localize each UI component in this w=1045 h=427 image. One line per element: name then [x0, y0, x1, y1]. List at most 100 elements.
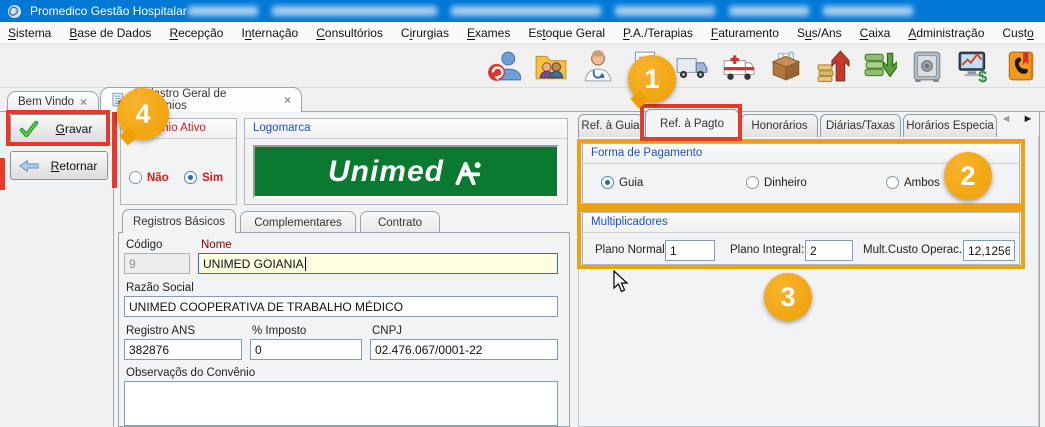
radio-dinheiro[interactable]: Dinheiro [746, 176, 807, 189]
plano-integral-label: Plano Integral: [730, 244, 804, 256]
back-button-label: Retornar [49, 159, 99, 173]
menu-item-sus-ans[interactable]: Sus/Ans [797, 26, 842, 40]
radio-guia-label: Guia [619, 177, 643, 189]
tab-registros-basicos-label: Registros Básicos [133, 216, 225, 228]
radio-ambos-label: Ambos [904, 177, 940, 189]
observacoes-field[interactable] [124, 381, 558, 426]
patients-folder-icon[interactable] [533, 48, 569, 84]
radio-sim[interactable]: Sim [184, 171, 223, 184]
money-down-icon[interactable] [862, 48, 898, 84]
menu-item-internacao[interactable]: Internação [241, 26, 298, 40]
menu-item-caixa[interactable]: Caixa [860, 26, 891, 40]
codigo-field: 9 [124, 253, 190, 274]
radio-dot-icon[interactable] [601, 176, 614, 189]
tab-ref-a-pagto-label: Ref. à Pagto [660, 118, 724, 130]
tab-close-icon[interactable]: × [284, 93, 291, 107]
doctor-icon[interactable] [580, 48, 616, 84]
back-button[interactable]: Retornar [10, 151, 108, 180]
radio-dinheiro-label: Dinheiro [764, 177, 807, 189]
redacted-version-info [188, 6, 913, 16]
back-arrow-icon [19, 158, 39, 174]
tab-complementares[interactable]: Complementares [240, 211, 356, 233]
radio-circle-icon[interactable] [746, 176, 759, 189]
radio-guia[interactable]: Guia [601, 176, 643, 189]
registro-ans-field[interactable] [124, 339, 242, 360]
tab-ref-a-guia[interactable]: Ref. à Guia [578, 114, 643, 137]
menu-item-estoque-geral[interactable]: Estoque Geral [528, 26, 605, 40]
scroll-right-icon[interactable]: ► [1021, 113, 1035, 125]
cnpj-field[interactable] [370, 339, 558, 360]
tab-complementares-label: Complementares [254, 217, 342, 229]
radio-circle-icon[interactable] [129, 171, 142, 184]
finance-terminal-icon[interactable]: $ [956, 48, 992, 84]
logomarca-group: Logomarca Unimed [244, 118, 568, 205]
menu-item-sistema[interactable]: Sistema [8, 26, 51, 40]
cnpj-label: CNPJ [372, 325, 402, 337]
tab-contrato-label: Contrato [378, 217, 422, 229]
tab-bem-vindo[interactable]: Bem Vindo × [7, 91, 99, 112]
plano-normal-field[interactable] [665, 240, 715, 261]
unimed-logo: Unimed [253, 145, 559, 198]
tab-ref-a-pagto[interactable]: Ref. à Pagto [645, 109, 739, 137]
logomarca-title: Logomarca [245, 119, 567, 139]
plano-normal-label: Plano Normal: [595, 244, 668, 256]
tab-honorarios[interactable]: Honorários [741, 114, 818, 137]
mult-custo-operac-label: Mult.Custo Operac.: [863, 244, 965, 256]
menu-item-exames[interactable]: Exames [467, 26, 510, 40]
window-title: Promedico Gestão Hospitalar [30, 4, 187, 18]
radio-sim-label: Sim [202, 172, 223, 184]
razao-social-field[interactable] [124, 296, 558, 317]
multiplicadores-group: Multiplicadores Plano Normal: Plano Inte… [582, 212, 1020, 265]
tab-contrato[interactable]: Contrato [360, 211, 440, 233]
supplies-box-icon[interactable] [768, 48, 804, 84]
refresh-patient-icon[interactable] [486, 48, 522, 84]
safe-icon[interactable] [909, 48, 945, 84]
toolbar: $ [0, 44, 1045, 88]
tab-close-icon[interactable]: × [80, 95, 87, 109]
razao-social-label: Razão Social [126, 282, 194, 294]
codigo-label: Código [126, 239, 162, 251]
observacoes-label: Observaçõs do Convênio [126, 367, 255, 379]
tab-horarios-especiais[interactable]: Horários Especia [903, 114, 997, 137]
radio-nao[interactable]: Não [129, 171, 169, 184]
menu-item-administracao[interactable]: Administração [908, 26, 984, 40]
save-button-label: Gravar [49, 122, 99, 136]
menu-item-cirurgias[interactable]: Cirurgias [401, 26, 449, 40]
radio-nao-label: Não [147, 172, 169, 184]
multiplicadores-title: Multiplicadores [583, 213, 1019, 233]
unimed-symbol-icon [454, 159, 484, 185]
mult-custo-operac-field[interactable] [963, 240, 1015, 261]
tab-horarios-especiais-label: Horários Especia [906, 120, 994, 132]
menu-item-consultorios[interactable]: Consultórios [316, 26, 383, 40]
menu-item-base-de-dados[interactable]: Base de Dados [69, 26, 151, 40]
tab-diarias-taxas[interactable]: Diárias/Taxas [820, 114, 901, 137]
radio-ambos[interactable]: Ambos [886, 176, 940, 189]
tab-registros-basicos[interactable]: Registros Básicos [122, 209, 236, 233]
plano-integral-field[interactable] [805, 240, 853, 261]
menu-item-pa-terapias[interactable]: P.A./Terapias [623, 26, 693, 40]
mouse-cursor [613, 270, 630, 294]
truck-icon[interactable] [674, 48, 710, 84]
billing-up-icon[interactable] [815, 48, 851, 84]
save-button[interactable]: Gravar [10, 114, 108, 143]
radio-dot-icon[interactable] [184, 171, 197, 184]
menu-item-faturamento[interactable]: Faturamento [711, 26, 779, 40]
annotation-step-1: 1 [628, 55, 676, 103]
scroll-left-icon[interactable]: ◄ [999, 113, 1013, 125]
radio-circle-icon[interactable] [886, 176, 899, 189]
app-icon [7, 4, 22, 19]
menu-item-recepcao[interactable]: Recepção [169, 26, 223, 40]
menubar: Sistema Base de Dados Recepção Internação Co… [0, 22, 1045, 44]
tab-honorarios-label: Honorários [751, 120, 807, 132]
text-caret [305, 257, 306, 271]
ambulance-icon[interactable] [721, 48, 757, 84]
phone-directory-icon[interactable] [1003, 48, 1039, 84]
nome-label: Nome [201, 239, 232, 251]
nome-field[interactable]: UNIMED GOIANIA [198, 253, 558, 274]
registro-ans-label: Registro ANS [126, 325, 195, 337]
menu-item-custo[interactable]: Custo [1002, 26, 1033, 40]
imposto-field[interactable] [250, 339, 362, 360]
tab-scroll-buttons: ◄ ► [999, 113, 1035, 125]
toolbar-icons: $ [486, 48, 1039, 84]
unimed-logo-text: Unimed [328, 155, 444, 189]
